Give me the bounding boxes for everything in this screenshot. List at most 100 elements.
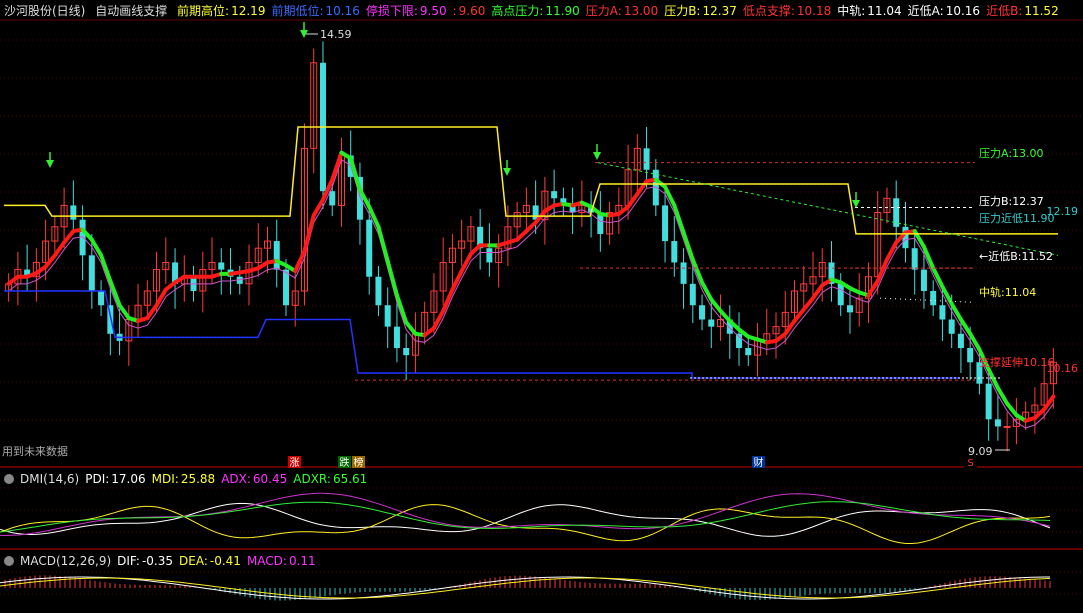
candle-down xyxy=(708,319,715,327)
indicator-label: 近低A: xyxy=(907,4,944,18)
candle-down xyxy=(643,148,650,170)
indicator-label: 压力A: xyxy=(585,4,622,18)
indicator-value: -0.35 xyxy=(141,554,173,568)
indicator-label: 低点支撑: xyxy=(742,4,795,18)
reference-line xyxy=(879,297,976,303)
trend-line xyxy=(884,240,899,262)
resistance-line xyxy=(4,126,1058,235)
indicator-label: MDI: xyxy=(151,472,179,486)
indicator-label: 近低B: xyxy=(986,4,1023,18)
down-arrow-icon xyxy=(46,160,54,168)
trend-line xyxy=(783,318,797,336)
indicator-label: PDI: xyxy=(85,472,110,486)
macd-header: MACD(12,26,9) DIF: -0.35 DEA: -0.41 MACD: 0.11 xyxy=(4,551,328,571)
indicator-value: 11.90 xyxy=(545,4,580,18)
indicator-label: DIF: xyxy=(117,554,140,568)
trend-line xyxy=(672,203,686,235)
trend-line xyxy=(385,259,399,298)
right-label: 压力A:13.00 xyxy=(979,147,1044,160)
indicator-name[interactable]: 自动画线支撑 xyxy=(95,4,167,18)
candle-down xyxy=(689,283,696,306)
right-label: 压力近低11.90 xyxy=(979,212,1055,225)
candle-down xyxy=(282,269,289,306)
right-edge-value: 12.19 xyxy=(1047,205,1079,218)
trend-line xyxy=(810,283,825,301)
candle-down xyxy=(273,241,280,270)
adx-line xyxy=(0,492,1051,537)
dmi-title[interactable]: DMI(14,6) xyxy=(20,472,79,486)
candle-down xyxy=(699,305,706,320)
dmi-header: DMI(14,6) PDI: 17.06 MDI: 25.88 ADX: 60.45 ADXR… xyxy=(4,469,379,489)
candle-down xyxy=(920,269,927,291)
right-edge-value: 10.16 xyxy=(1047,362,1079,375)
indicator-label: 压力B: xyxy=(664,4,701,18)
trend-line xyxy=(968,331,982,352)
indicator-value: 0.11 xyxy=(288,554,316,568)
down-arrow-icon xyxy=(503,168,511,176)
candle-down xyxy=(218,262,225,270)
indicator-value: 60.45 xyxy=(252,472,288,486)
indicator-label: : xyxy=(452,4,457,18)
trend-line xyxy=(958,317,973,336)
trend-line xyxy=(52,240,67,258)
candle-down xyxy=(393,326,400,349)
trend-line xyxy=(62,229,76,245)
indicator-value: 11.04 xyxy=(867,4,902,18)
trend-line xyxy=(700,280,714,302)
candle-down xyxy=(994,419,1001,427)
candle-down xyxy=(680,262,687,284)
indicator-value: 17.06 xyxy=(111,472,146,486)
right-label: ←近低B:11.52 xyxy=(979,250,1053,263)
indicator-label: ADX: xyxy=(221,472,251,486)
trend-line xyxy=(635,179,649,196)
indicator-label: 停损下限: xyxy=(365,4,418,18)
event-marker-label: 榜 xyxy=(354,456,364,469)
indicator-value: 9.50 xyxy=(419,4,447,18)
candle-down xyxy=(745,348,752,356)
candle-down xyxy=(957,333,964,349)
candle-down xyxy=(736,333,743,349)
candle-down xyxy=(384,305,391,327)
candle-down xyxy=(948,319,955,334)
main-header: 沙河股份(日线) 自动画线支撑 前期高位: 12.19 前期低位: 10.16 停损下限… xyxy=(4,1,1071,21)
indicator-value: 10.18 xyxy=(796,4,832,18)
indicator-label: 高点压力: xyxy=(491,4,544,18)
trend-line xyxy=(117,303,131,321)
indicator-value: -0.41 xyxy=(209,554,241,568)
indicator-label: ADXR: xyxy=(293,472,331,486)
candle-down xyxy=(939,305,946,320)
trend-line xyxy=(709,297,723,313)
candle-down xyxy=(366,219,373,277)
down-arrow-icon xyxy=(852,200,860,208)
indicator-label: MACD: xyxy=(246,554,287,568)
trend-line xyxy=(1005,401,1019,418)
trend-line xyxy=(404,320,418,336)
indicator-value: 13.00 xyxy=(623,4,659,18)
right-label: 支撑延伸10.16 xyxy=(979,355,1055,369)
macd-title[interactable]: MACD(12,26,9) xyxy=(20,554,111,568)
indicator-value: 12.19 xyxy=(231,4,266,18)
panel-menu-icon[interactable] xyxy=(4,473,14,484)
candle-down xyxy=(671,241,678,263)
down-arrow-icon xyxy=(593,152,601,160)
candle-down xyxy=(551,191,558,199)
candle-down xyxy=(846,305,853,313)
candle-down xyxy=(662,205,669,242)
candle-down xyxy=(107,305,114,334)
trend-line xyxy=(681,230,695,262)
trend-line xyxy=(89,237,104,258)
trend-line xyxy=(302,213,316,254)
trend-line xyxy=(330,150,344,182)
candle-down xyxy=(88,255,95,291)
panel-menu-icon[interactable] xyxy=(4,555,14,566)
indicator-value: 11.52 xyxy=(1024,4,1059,18)
event-marker-label: S xyxy=(967,458,973,469)
indicator-value: 12.37 xyxy=(702,4,737,18)
indicator-label: DEA: xyxy=(179,554,208,568)
indicator-label: 前期高位: xyxy=(177,4,230,18)
trend-line xyxy=(792,307,806,323)
candle-down xyxy=(911,248,918,270)
trend-line xyxy=(801,296,815,312)
trend-line xyxy=(145,303,159,321)
indicator-label: 前期低位: xyxy=(271,4,324,18)
